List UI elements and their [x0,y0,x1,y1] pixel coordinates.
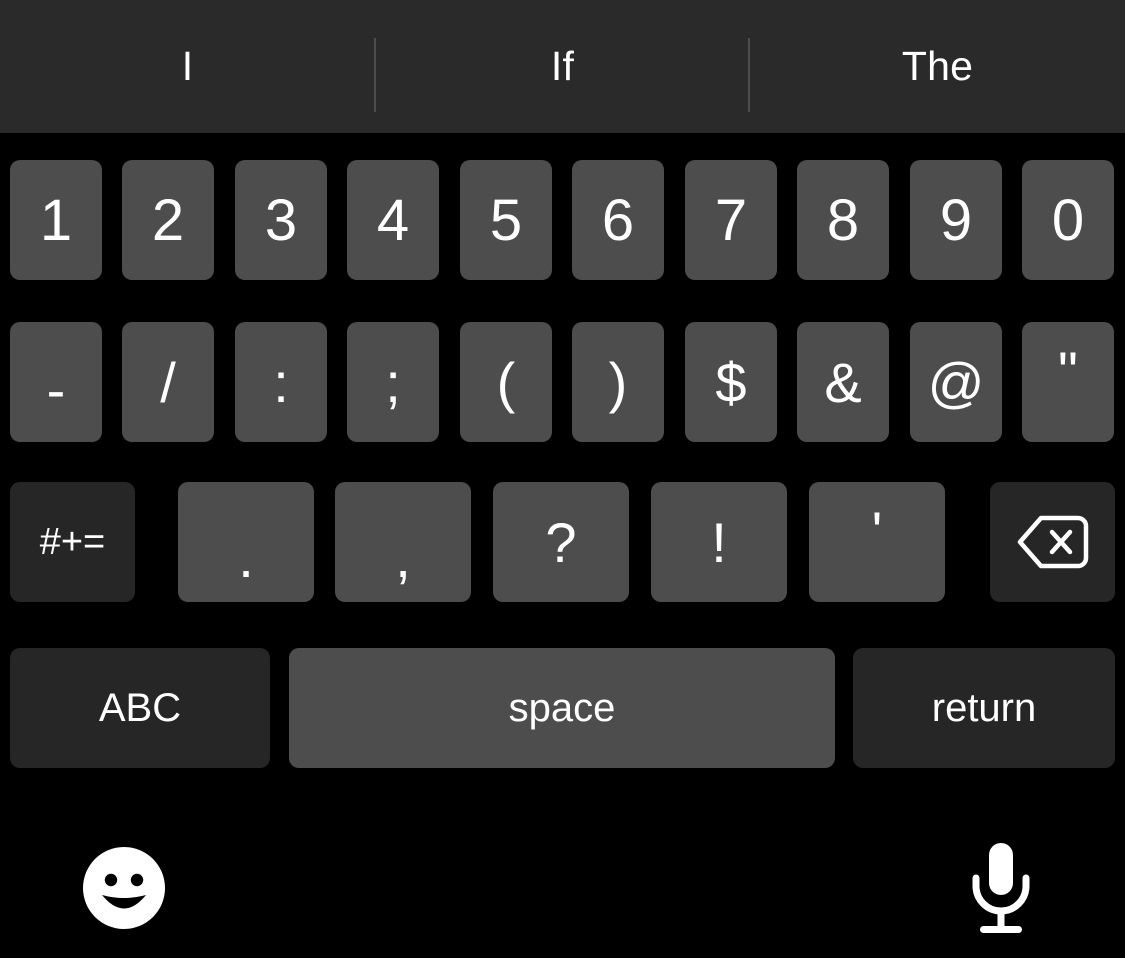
suggestion-divider [748,38,750,112]
key-label: : [273,350,289,414]
key-label: space [508,685,616,730]
dictation-key[interactable] [962,840,1040,936]
key-label: 1 [39,187,73,253]
key-label: ! [711,510,727,574]
backspace-key[interactable] [990,482,1115,602]
key-label: - [46,358,66,421]
key-label: ? [545,510,577,574]
key-2[interactable]: 2 [122,160,214,280]
predictive-text-bar: I If The [0,0,1125,133]
key-question-mark[interactable]: ? [493,482,629,602]
key-label: 2 [151,187,185,253]
key-label: ( [496,350,516,414]
emoji-key[interactable] [82,846,166,930]
key-6[interactable]: 6 [572,160,664,280]
key-7[interactable]: 7 [685,160,777,280]
key-label: ) [608,350,628,414]
key-label: 7 [714,187,748,253]
suggestion-item-3[interactable]: The [750,0,1125,133]
key-slash[interactable]: / [122,322,214,442]
key-at-sign[interactable]: @ [910,322,1002,442]
key-period[interactable]: . [178,482,314,602]
key-label: 4 [376,187,410,253]
key-semicolon[interactable]: ; [347,322,439,442]
key-label: 9 [939,187,973,253]
key-label: $ [715,350,747,414]
key-label: 6 [601,187,635,253]
key-label: / [160,350,176,414]
space-key[interactable]: space [289,648,835,768]
suggestion-item-2[interactable]: If [375,0,750,133]
key-label: ' [871,500,883,563]
suggestion-label: If [550,43,575,89]
key-label: 3 [264,187,298,253]
key-1[interactable]: 1 [10,160,102,280]
key-colon[interactable]: : [235,322,327,442]
key-label: @ [927,350,985,414]
key-double-quote[interactable]: " [1022,322,1114,442]
key-label: #+= [39,520,106,563]
key-hyphen[interactable]: - [10,322,102,442]
ios-keyboard: I If The 1 2 3 4 5 6 7 8 9 0 - /: ; ()… [0,0,1125,958]
key-label: 0 [1051,187,1085,253]
emoji-smiley-icon [82,846,166,930]
key-right-paren[interactable]: ) [572,322,664,442]
key-label: ; [385,350,401,414]
key-dollar[interactable]: $ [685,322,777,442]
key-comma[interactable]: , [335,482,471,602]
suggestion-label: I [181,43,194,89]
key-3[interactable]: 3 [235,160,327,280]
key-ampersand[interactable]: & [797,322,889,442]
abc-key[interactable]: ABC [10,648,270,768]
key-label: 8 [826,187,860,253]
key-9[interactable]: 9 [910,160,1002,280]
key-label: , [395,526,411,589]
key-exclamation-mark[interactable]: ! [651,482,787,602]
backspace-icon [1016,514,1090,570]
suggestion-label: The [901,43,974,89]
key-0[interactable]: 0 [1022,160,1114,280]
key-label: ABC [98,685,182,730]
more-symbols-key[interactable]: #+= [10,482,135,602]
key-apostrophe[interactable]: ' [809,482,945,602]
microphone-icon [962,840,1040,936]
key-label: . [238,526,254,589]
key-label: & [824,350,862,414]
key-left-paren[interactable]: ( [460,322,552,442]
return-key[interactable]: return [853,648,1115,768]
key-8[interactable]: 8 [797,160,889,280]
key-label: return [931,685,1037,730]
key-5[interactable]: 5 [460,160,552,280]
key-4[interactable]: 4 [347,160,439,280]
suggestion-item-1[interactable]: I [0,0,375,133]
key-label: 5 [489,187,523,253]
suggestion-divider [374,38,376,112]
key-label: " [1058,340,1078,403]
